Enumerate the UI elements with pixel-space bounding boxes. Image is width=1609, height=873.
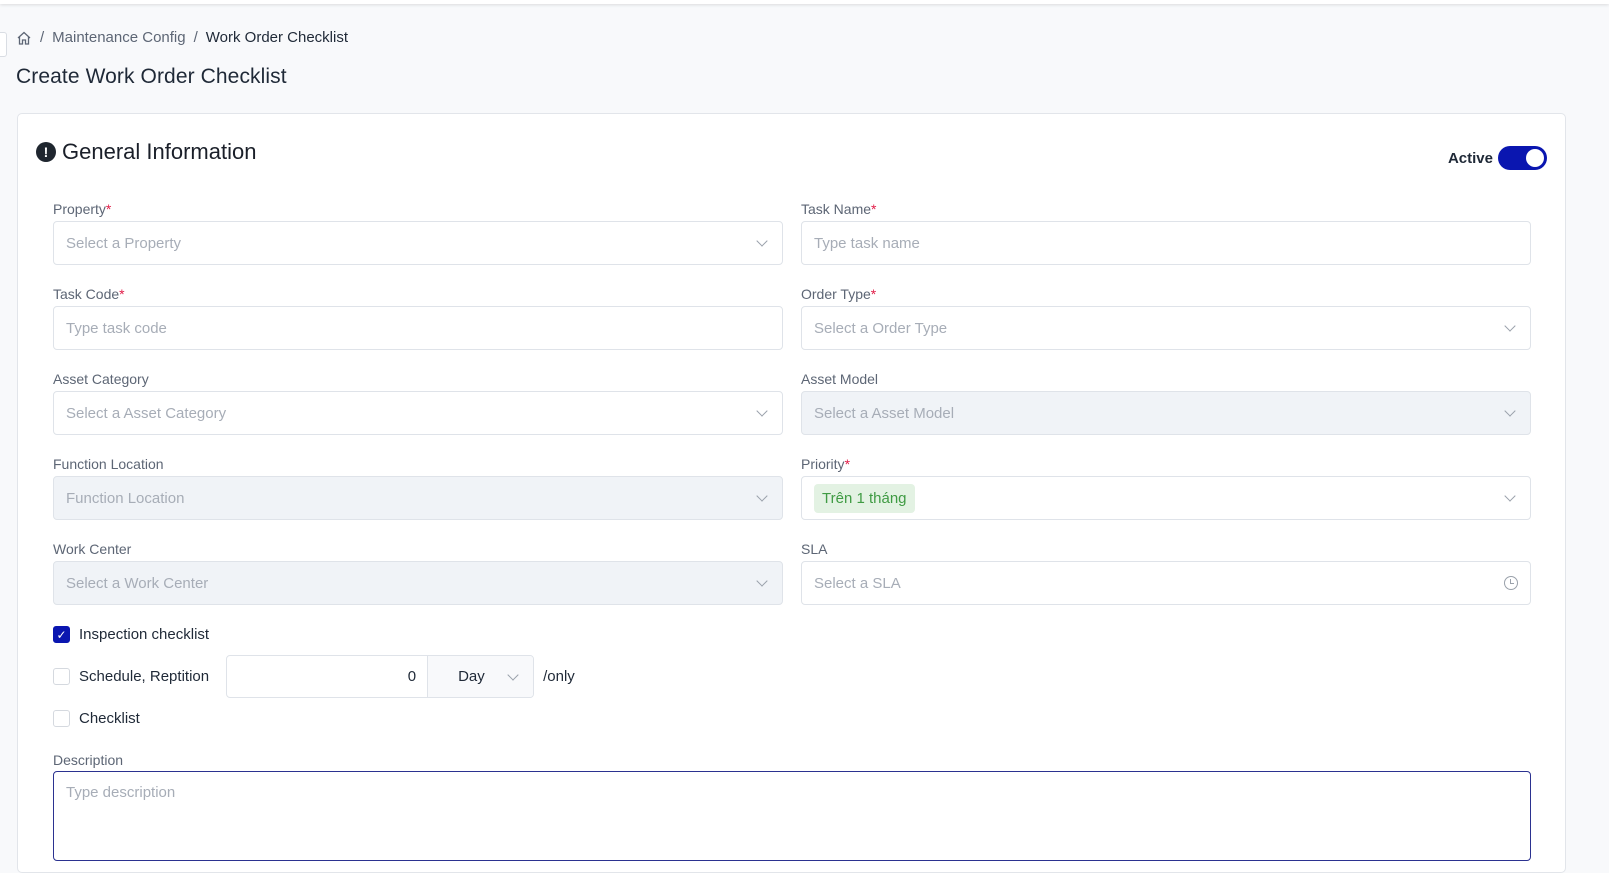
inspection-checklist-option[interactable]: ✓ Inspection checklist — [53, 626, 209, 643]
repetition-unit-select[interactable]: Day — [427, 656, 534, 697]
general-information-card: ! General Information Active Property* S… — [17, 113, 1566, 873]
order-type-select[interactable]: Select a Order Type — [801, 306, 1531, 350]
asset-model-field: Asset Model Select a Asset Model — [801, 371, 1531, 435]
breadcrumb-maintenance-config[interactable]: Maintenance Config — [52, 29, 185, 46]
priority-select[interactable]: Trên 1 tháng — [801, 476, 1531, 520]
task-name-field: Task Name* Type task name — [801, 201, 1531, 265]
active-toggle[interactable] — [1498, 146, 1547, 170]
page-title: Create Work Order Checklist — [16, 65, 287, 88]
clock-icon — [1504, 576, 1518, 590]
work-center-label: Work Center — [53, 541, 132, 557]
section-title: General Information — [62, 139, 257, 164]
home-icon[interactable] — [16, 30, 32, 46]
asset-model-select[interactable]: Select a Asset Model — [801, 391, 1531, 435]
property-select[interactable]: Select a Property — [53, 221, 783, 265]
task-name-label: Task Name — [801, 201, 872, 217]
sla-field: SLA Select a SLA — [801, 541, 1531, 605]
function-location-select[interactable]: Function Location — [53, 476, 783, 520]
sidebar-toggle-button[interactable] — [0, 32, 7, 57]
sla-label: SLA — [801, 541, 828, 557]
task-name-input[interactable]: Type task name — [801, 221, 1531, 265]
inspection-label: Inspection checklist — [79, 626, 210, 643]
schedule-checkbox[interactable] — [53, 668, 70, 685]
breadcrumb: / Maintenance Config / Work Order Checkl… — [16, 29, 348, 46]
chevron-down-icon — [1504, 405, 1516, 417]
asset-category-select[interactable]: Select a Asset Category — [53, 391, 783, 435]
repetition-suffix: /only — [543, 668, 575, 685]
priority-label: Priority — [801, 456, 845, 472]
checklist-option[interactable]: Checklist — [53, 710, 140, 727]
description-textarea[interactable]: Type description — [53, 771, 1531, 861]
asset-category-field: Asset Category Select a Asset Category — [53, 371, 783, 435]
chevron-down-icon — [1504, 320, 1516, 332]
function-location-label: Function Location — [53, 456, 164, 472]
work-center-select[interactable]: Select a Work Center — [53, 561, 783, 605]
repetition-input[interactable]: 0 — [227, 656, 427, 697]
task-code-label: Task Code — [53, 286, 120, 302]
schedule-option: Schedule, Reptition 0 Day /only — [53, 655, 575, 698]
active-toggle-group: Active — [1448, 146, 1547, 170]
breadcrumb-current: Work Order Checklist — [205, 29, 349, 46]
task-code-input[interactable]: Type task code — [53, 306, 783, 350]
chevron-down-icon — [756, 490, 768, 502]
chevron-down-icon — [507, 668, 519, 681]
schedule-label: Schedule, Reptition — [79, 668, 210, 685]
asset-category-label: Asset Category — [53, 371, 149, 387]
chevron-down-icon — [756, 575, 768, 587]
checklist-label: Checklist — [79, 710, 140, 727]
repetition-group: 0 Day — [226, 655, 535, 698]
breadcrumb-separator: / — [193, 29, 198, 46]
chevron-down-icon — [756, 235, 768, 247]
order-type-label: Order Type — [801, 286, 871, 302]
active-label: Active — [1447, 149, 1493, 167]
work-center-field: Work Center Select a Work Center — [53, 541, 783, 605]
function-location-field: Function Location Function Location — [53, 456, 783, 520]
chevron-down-icon — [756, 405, 768, 417]
sla-picker[interactable]: Select a SLA — [801, 561, 1531, 605]
breadcrumb-separator: / — [40, 29, 45, 46]
description-label: Description — [53, 752, 124, 768]
task-code-field: Task Code* Type task code — [53, 286, 783, 350]
chevron-down-icon — [1504, 490, 1516, 502]
priority-tag: Trên 1 tháng — [814, 483, 915, 513]
asset-model-label: Asset Model — [801, 371, 879, 387]
order-type-field: Order Type* Select a Order Type — [801, 286, 1531, 350]
priority-field: Priority* Trên 1 tháng — [801, 456, 1531, 520]
top-bar — [0, 0, 1609, 4]
property-field: Property* Select a Property — [53, 201, 783, 265]
checklist-checkbox[interactable] — [53, 710, 70, 727]
section-header: ! General Information — [36, 139, 256, 165]
property-label: Property — [53, 201, 106, 217]
inspection-checkbox[interactable]: ✓ — [53, 626, 70, 643]
info-icon: ! — [36, 142, 56, 162]
